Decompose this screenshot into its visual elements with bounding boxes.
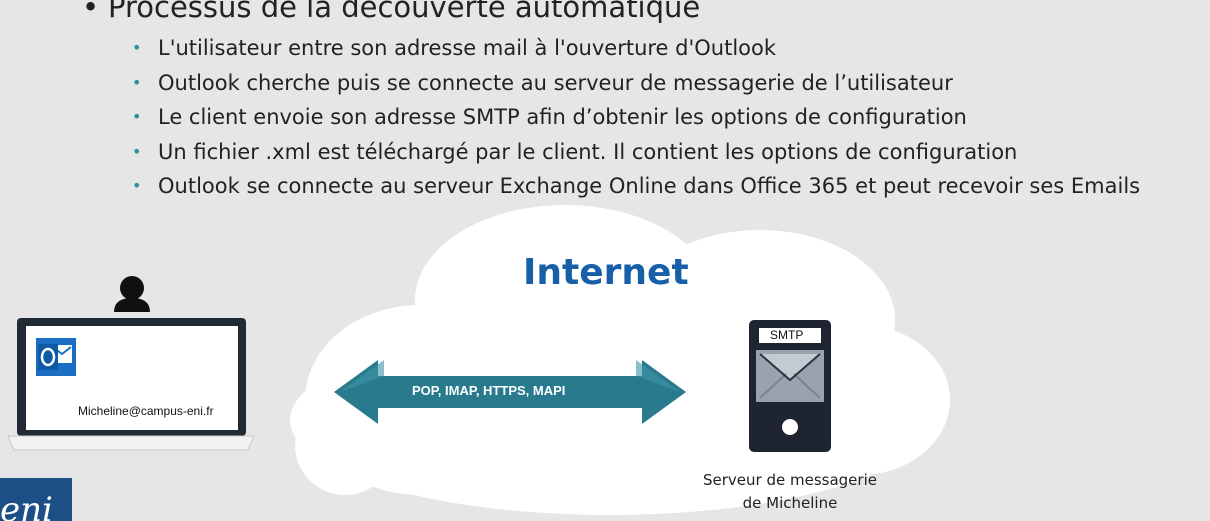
- user-icon: [114, 276, 150, 312]
- server-caption: Serveur de messagerie de Micheline: [690, 469, 890, 515]
- smtp-badge: SMTP: [770, 328, 804, 342]
- laptop-icon: [7, 318, 255, 451]
- user-email: Micheline@campus-eni.fr: [78, 404, 214, 418]
- outlook-icon: [36, 338, 76, 376]
- server-caption-line1: Serveur de messagerie: [703, 471, 877, 489]
- server-caption-line2: de Micheline: [742, 494, 838, 512]
- cloud-label: Internet: [523, 252, 689, 293]
- eni-logo-text: eni: [0, 490, 53, 521]
- eni-logo: eni: [0, 478, 72, 521]
- protocol-label: POP, IMAP, HTTPS, MAPI: [412, 383, 566, 398]
